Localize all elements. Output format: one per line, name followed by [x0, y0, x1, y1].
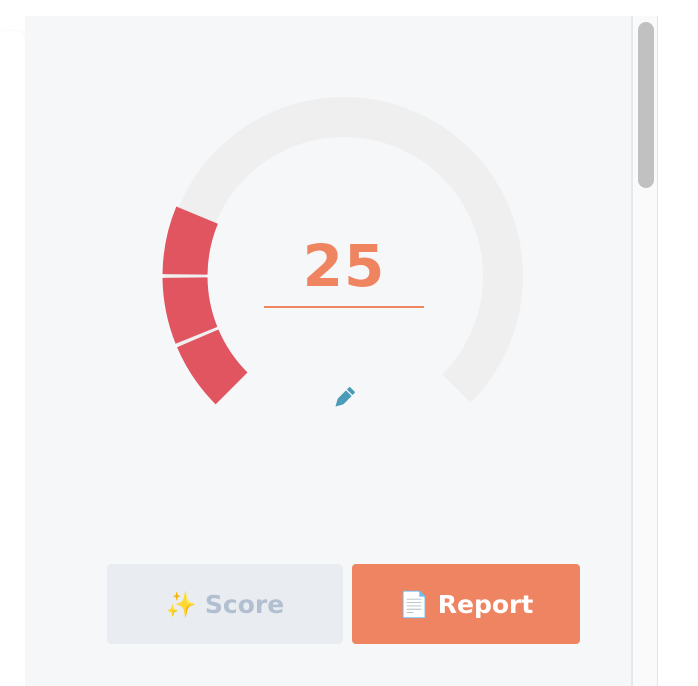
- document-icon: 📄: [398, 589, 430, 619]
- score-button-label: Score: [204, 589, 285, 619]
- scrollbar-thumb[interactable]: [638, 22, 654, 188]
- score-value[interactable]: 25: [264, 226, 424, 308]
- section-heading-cutoff: [200, 674, 480, 686]
- left-panel-edge: [0, 31, 25, 686]
- sparkles-icon: ✨: [165, 589, 197, 619]
- pencil-icon[interactable]: [330, 384, 358, 412]
- score-button[interactable]: ✨ Score: [107, 564, 343, 644]
- gauge-fill-segments: [162, 206, 248, 405]
- report-button[interactable]: 📄 Report: [352, 564, 580, 644]
- gauge-fill-segment: [162, 276, 218, 344]
- top-bar: [0, 0, 698, 16]
- gauge-fill-segment: [162, 206, 219, 276]
- report-button-label: Report: [437, 589, 534, 619]
- gauge-fill-segment: [177, 328, 248, 405]
